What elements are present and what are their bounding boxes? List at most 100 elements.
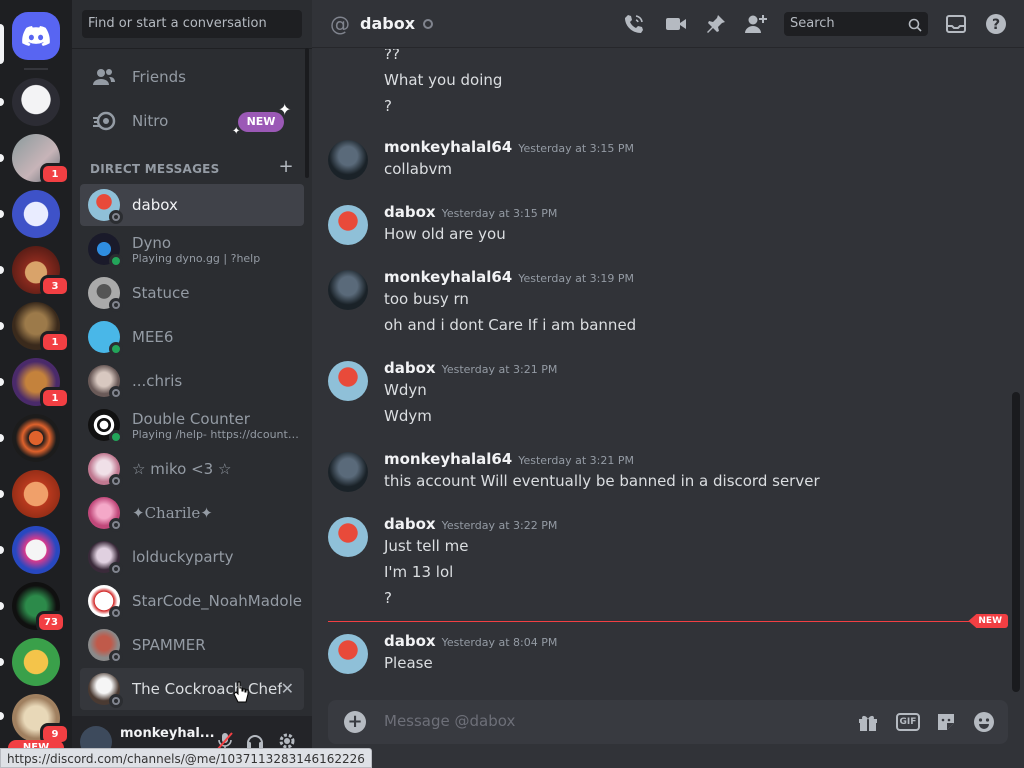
status-offline-indicator	[109, 386, 123, 400]
message-text: What you doing	[384, 71, 503, 89]
message-timestamp: Yesterday at 3:22 PM	[441, 519, 558, 532]
dm-item-dabox[interactable]: dabox	[80, 184, 304, 226]
status-offline-indicator	[109, 298, 123, 312]
dm-sidebar: Find or start a conversation Friends Nit…	[72, 0, 312, 768]
unread-indicator	[0, 378, 4, 386]
sparkle-icon: ✦	[232, 126, 241, 137]
message-author[interactable]: dabox Yesterday at 3:21 PM	[384, 359, 557, 377]
message-author[interactable]: dabox Yesterday at 8:04 PM	[384, 632, 557, 650]
plus-icon[interactable]: +	[344, 711, 366, 733]
dm-name: ...chris	[132, 372, 183, 390]
gift-icon[interactable]	[856, 710, 880, 734]
username[interactable]: monkeyhal...	[120, 726, 215, 741]
dm-item-cockroach-chef[interactable]: The Cockroach Chef ✕	[80, 668, 304, 710]
avatar[interactable]	[328, 140, 368, 180]
close-icon[interactable]: ✕	[281, 679, 294, 698]
message-text: ?	[384, 589, 392, 607]
dm-item-statuce[interactable]: Statuce	[80, 272, 304, 314]
chat-main: @ dabox Search ? ?? What you doing ? mon…	[312, 0, 1024, 768]
mention-badge: 1	[40, 387, 70, 409]
dm-item-starcode[interactable]: StarCode_NoahMadole	[80, 580, 304, 622]
dm-item-double-counter[interactable]: Double Counter Playing /help- https://dco…	[80, 404, 304, 446]
message-timestamp: Yesterday at 3:15 PM	[518, 142, 634, 155]
avatar[interactable]	[328, 517, 368, 557]
rail-divider	[24, 68, 48, 70]
video-icon[interactable]	[664, 12, 688, 36]
server-icon-7[interactable]	[12, 414, 60, 462]
server-icon-3[interactable]	[12, 190, 60, 238]
server-icon-11[interactable]	[12, 638, 60, 686]
help-icon[interactable]: ?	[984, 12, 1008, 36]
message-input[interactable]: Message @dabox	[384, 712, 515, 730]
chat-header: @ dabox Search ?	[312, 0, 1024, 48]
status-offline-indicator	[109, 562, 123, 576]
message-text: Wdyn	[384, 381, 427, 399]
phone-icon[interactable]	[622, 12, 646, 36]
dm-name: ☆ miko <3 ☆	[132, 460, 232, 478]
home-button[interactable]	[12, 12, 60, 60]
inbox-icon[interactable]	[944, 12, 968, 36]
message-text: ?	[384, 97, 392, 115]
friends-icon	[92, 65, 116, 89]
unread-indicator	[0, 322, 4, 330]
dm-item-chris[interactable]: ...chris	[80, 360, 304, 402]
pin-icon[interactable]	[704, 12, 728, 36]
unread-indicator	[0, 98, 4, 106]
unread-indicator	[0, 154, 4, 162]
dm-item-spammer[interactable]: SPAMMER	[80, 624, 304, 666]
dm-item-mee6[interactable]: MEE6	[80, 316, 304, 358]
server-icon-8[interactable]	[12, 470, 60, 518]
dm-item-miko[interactable]: ☆ miko <3 ☆	[80, 448, 304, 490]
message-text: Wdym	[384, 407, 432, 425]
dm-item-lolduckyparty[interactable]: lolduckyparty	[80, 536, 304, 578]
dm-item-charile[interactable]: ✦Charile✦	[80, 492, 304, 534]
message-author[interactable]: dabox Yesterday at 3:15 PM	[384, 203, 557, 221]
find-conversation-button[interactable]: Find or start a conversation	[82, 10, 302, 38]
status-url-bar: https://discord.com/channels/@me/1037113…	[0, 748, 372, 768]
message-timestamp: Yesterday at 3:15 PM	[441, 207, 558, 220]
dm-item-dyno[interactable]: Dyno Playing dyno.gg | ?help	[80, 228, 304, 270]
avatar[interactable]	[328, 634, 368, 674]
message-author[interactable]: monkeyhalal64 Yesterday at 3:15 PM	[384, 138, 634, 156]
avatar	[88, 409, 123, 444]
server-icon-9[interactable]	[12, 526, 60, 574]
dm-name: Double Counter	[132, 409, 250, 428]
plus-icon: +	[278, 156, 294, 177]
message-author[interactable]: monkeyhalal64 Yesterday at 3:21 PM	[384, 450, 634, 468]
server-icon-1[interactable]	[12, 78, 60, 126]
sidebar-scrollbar[interactable]	[305, 48, 309, 178]
avatar[interactable]	[328, 361, 368, 401]
search-icon	[908, 17, 922, 41]
search-input[interactable]: Search	[784, 12, 928, 36]
message-timestamp: Yesterday at 3:19 PM	[518, 272, 634, 285]
gif-icon[interactable]: GIF	[896, 713, 920, 731]
create-dm-button[interactable]: +	[278, 158, 294, 176]
sparkle-icon: ✦	[278, 100, 292, 119]
avatar	[88, 189, 123, 224]
status-offline-indicator	[423, 18, 434, 29]
message-composer: + Message @dabox GIF	[328, 700, 1008, 744]
message-author[interactable]: dabox Yesterday at 3:22 PM	[384, 515, 557, 533]
dm-name: StarCode_NoahMadole	[132, 592, 302, 610]
emoji-icon[interactable]	[972, 710, 996, 734]
unread-indicator	[0, 712, 4, 720]
add-friend-icon[interactable]	[744, 12, 768, 36]
status-offline-indicator	[109, 606, 123, 620]
dm-name: dabox	[132, 196, 178, 214]
dm-name: SPAMMER	[132, 636, 206, 654]
avatar[interactable]	[328, 205, 368, 245]
friends-nav[interactable]: Friends	[80, 56, 304, 98]
message-timestamp: Yesterday at 8:04 PM	[441, 636, 558, 649]
avatar[interactable]	[328, 270, 368, 310]
unread-indicator	[0, 490, 4, 498]
dm-name: The Cockroach Chef	[132, 680, 283, 698]
message-author[interactable]: monkeyhalal64 Yesterday at 3:19 PM	[384, 268, 634, 286]
chat-scrollbar[interactable]	[1012, 392, 1020, 692]
sticker-icon[interactable]	[934, 710, 958, 734]
avatar	[88, 233, 123, 268]
message-text: oh and i dont Care If i am banned	[384, 316, 637, 334]
avatar[interactable]	[328, 452, 368, 492]
mention-badge: 1	[40, 331, 70, 353]
status-offline-indicator	[109, 650, 123, 664]
message-text: How old are you	[384, 225, 506, 243]
